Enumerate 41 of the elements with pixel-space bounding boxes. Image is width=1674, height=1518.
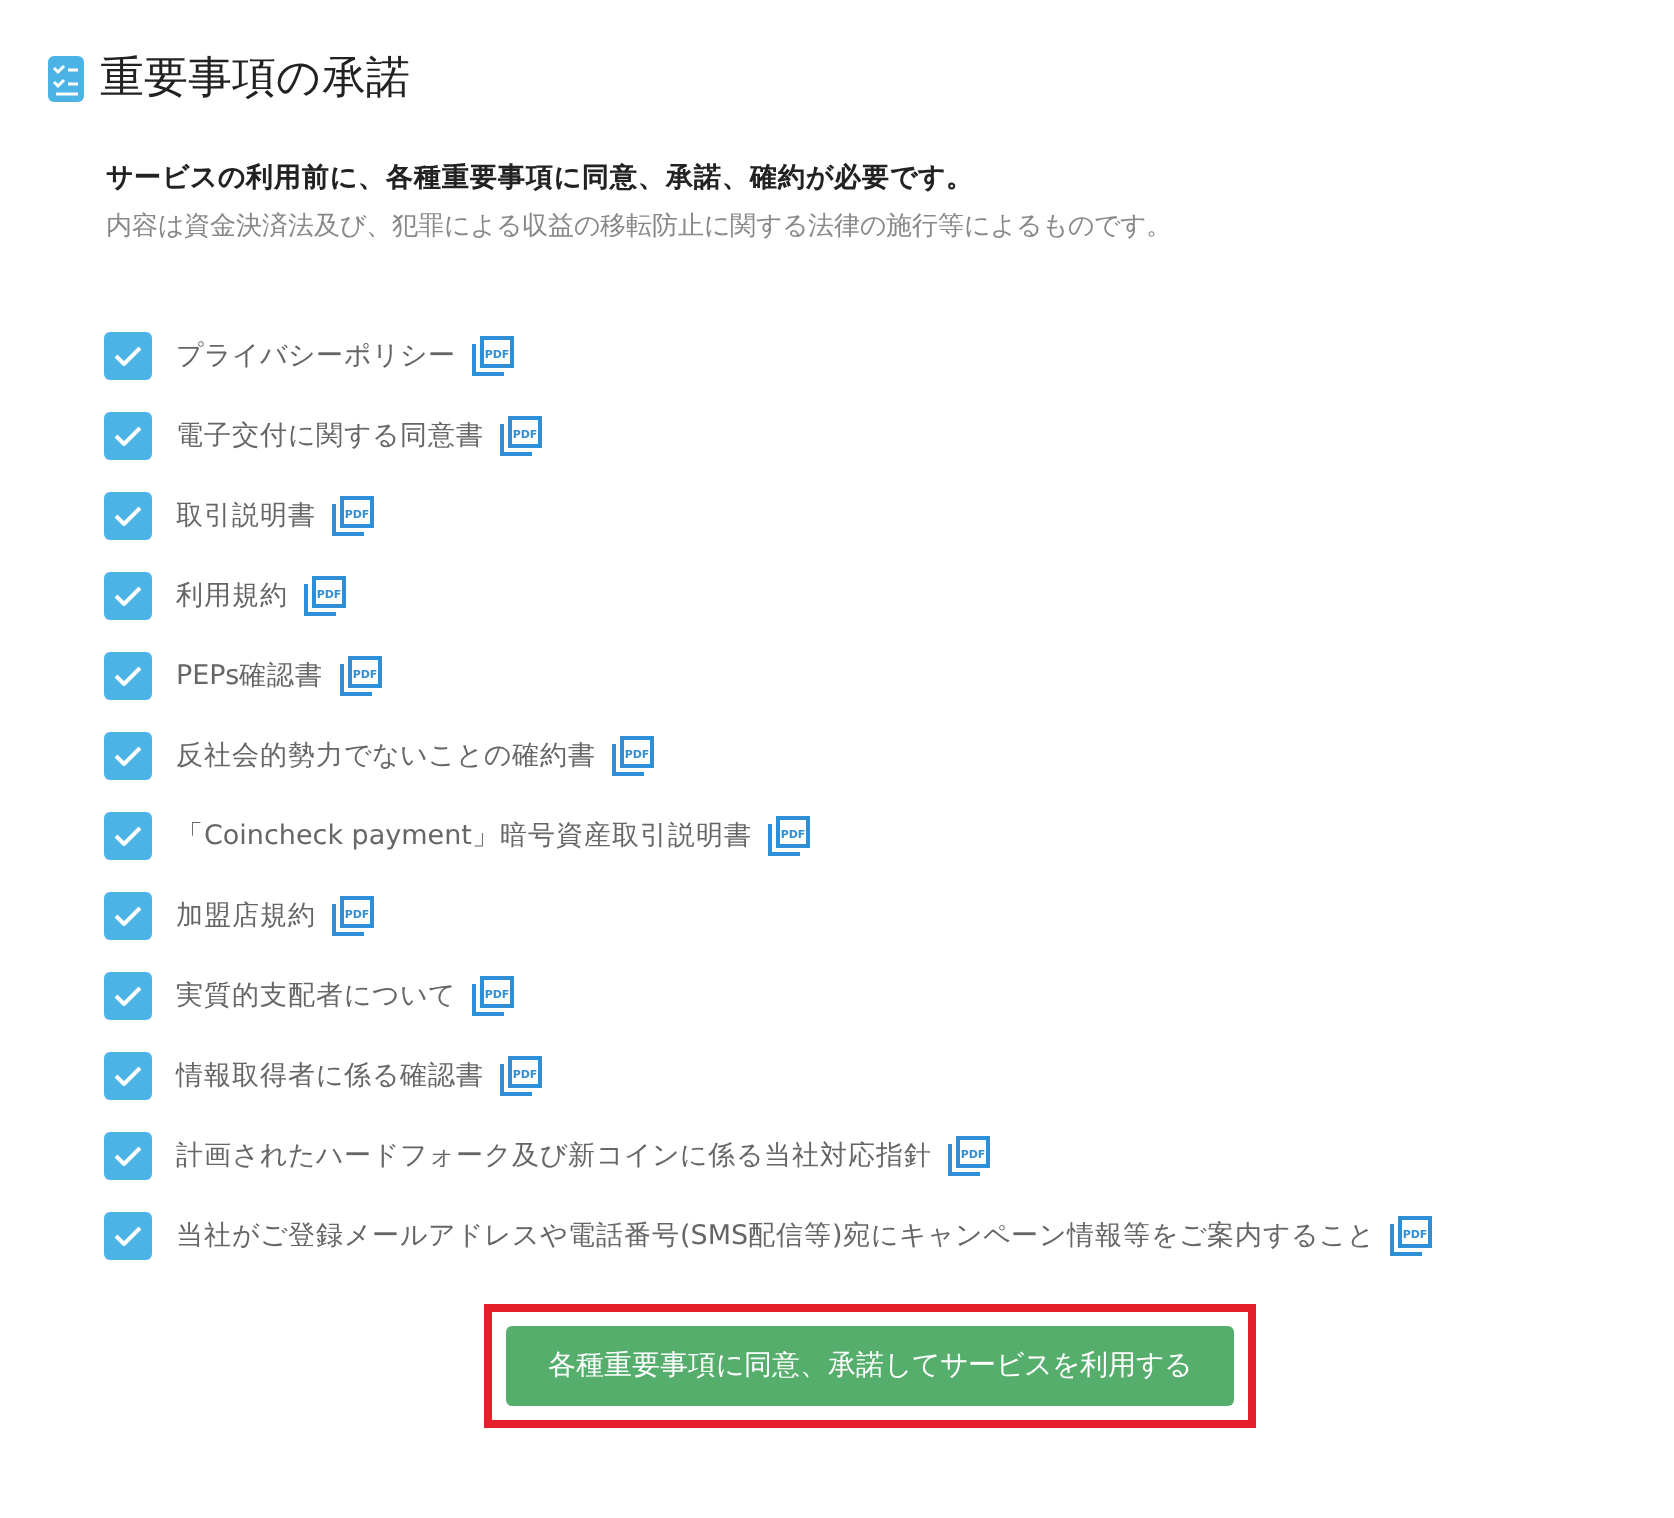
agreement-label: 当社がご登録メールアドレスや電話番号(SMS配信等)宛にキャンペーン情報等をご案内すること [176, 1218, 1375, 1254]
check-icon [114, 986, 142, 1006]
checkbox[interactable] [104, 972, 152, 1020]
intro-text: サービスの利用前に、各種重要事項に同意、承諾、確約が必要です。 [106, 160, 976, 196]
check-icon [114, 1066, 142, 1086]
check-icon [114, 346, 142, 366]
agreement-label: 「Coincheck payment」暗号資産取引説明書 [176, 818, 752, 854]
check-icon [114, 1146, 142, 1166]
checkbox[interactable] [104, 1052, 152, 1100]
checkbox[interactable] [104, 412, 152, 460]
checkbox[interactable] [104, 812, 152, 860]
checkbox[interactable] [104, 332, 152, 380]
page-title: 重要事項の承諾 [100, 52, 410, 108]
checkbox[interactable] [104, 892, 152, 940]
checkbox[interactable] [104, 732, 152, 780]
check-icon [114, 1226, 142, 1246]
check-icon [114, 506, 142, 526]
check-icon [114, 746, 142, 766]
legal-note: 内容は資金決済法及び、犯罪による収益の移転防止に関する法律の施行等によるものです。 [106, 210, 1174, 244]
agreement-label: 電子交付に関する同意書 [176, 418, 484, 454]
agree-button[interactable]: 各種重要事項に同意、承諾してサービスを利用する [506, 1326, 1234, 1406]
check-icon [114, 426, 142, 446]
checklist-icon [48, 54, 84, 102]
check-icon [114, 826, 142, 846]
checkbox[interactable] [104, 1132, 152, 1180]
agreement-label: 計画されたハードフォーク及び新コインに係る当社対応指針 [176, 1138, 932, 1174]
agreement-label: 情報取得者に係る確認書 [176, 1058, 484, 1094]
checkbox[interactable] [104, 492, 152, 540]
agreement-label: 取引説明書 [176, 498, 316, 534]
checkbox[interactable] [104, 572, 152, 620]
agreement-label: プライバシーポリシー [176, 338, 456, 374]
agreement-label: PEPs確認書 [176, 658, 324, 694]
agreement-label: 反社会的勢力でないことの確約書 [176, 738, 596, 774]
agreement-label: 実質的支配者について [176, 978, 456, 1014]
check-icon [114, 586, 142, 606]
agreement-label: 利用規約 [176, 578, 288, 614]
agreement-label: 加盟店規約 [176, 898, 316, 934]
checkbox[interactable] [104, 1212, 152, 1260]
check-icon [114, 666, 142, 686]
check-icon [114, 906, 142, 926]
checkbox[interactable] [104, 652, 152, 700]
